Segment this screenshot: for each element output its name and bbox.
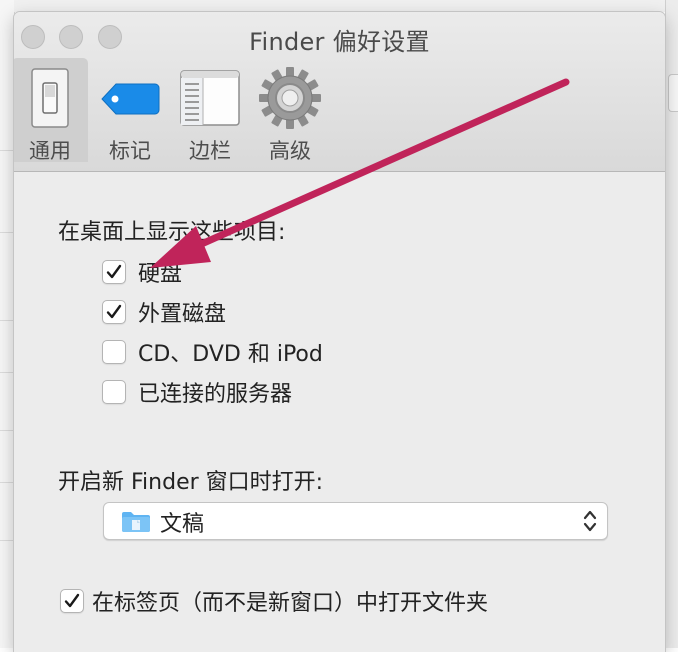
desktop-items-heading: 在桌面上显示这些项目:	[58, 220, 286, 245]
background-divider	[0, 540, 14, 541]
titlebar: Finder 偏好设置 通用 标记 边栏 高级	[14, 12, 665, 172]
checkbox-label: 已连接的服务器	[138, 382, 293, 407]
background-divider	[0, 150, 14, 151]
toolbar-tab-tags[interactable]: 标记	[92, 58, 168, 163]
background-divider	[0, 320, 14, 321]
checkbox-cds-dvds-ipods[interactable]: CD、DVD 和 iPod	[102, 337, 323, 367]
checkmark-icon	[106, 304, 122, 319]
background-window-edge	[0, 0, 15, 648]
checkbox[interactable]	[102, 300, 126, 324]
sidebar-icon	[178, 66, 242, 130]
gear-icon	[258, 66, 322, 130]
folder-icon	[121, 511, 151, 537]
popup-selected-value: 文稿	[160, 512, 205, 537]
checkmark-icon	[106, 264, 122, 279]
checkbox-label: 外置磁盘	[138, 302, 227, 327]
toolbar-label: 标记	[109, 139, 151, 163]
toolbar-tab-advanced[interactable]: 高级	[252, 58, 328, 163]
checkbox[interactable]	[102, 380, 126, 404]
toolbar-label: 通用	[29, 139, 71, 163]
up-down-chevron-icon	[582, 507, 598, 539]
toolbar-tab-sidebar[interactable]: 边栏	[172, 58, 248, 163]
checkbox-label: 硬盘	[138, 262, 183, 287]
background-window-right	[665, 0, 678, 648]
checkbox-hard-disks[interactable]: 硬盘	[102, 257, 182, 287]
general-pane: 在桌面上显示这些项目: 硬盘 外置磁盘 CD、DVD 和 iPod 已连接的服务…	[14, 172, 665, 652]
checkbox-open-folders-in-tabs[interactable]: 在标签页（而不是新窗口）中打开文件夹	[60, 586, 488, 616]
general-switch-icon	[18, 66, 82, 130]
tag-icon	[98, 66, 162, 130]
checkbox-label: 在标签页（而不是新窗口）中打开文件夹	[92, 591, 489, 616]
toolbar-label: 高级	[269, 139, 311, 163]
checkbox[interactable]	[60, 589, 84, 613]
checkbox-external-disks[interactable]: 外置磁盘	[102, 297, 226, 327]
checkbox[interactable]	[102, 260, 126, 284]
background-window-top	[14, 0, 678, 12]
checkmark-icon	[64, 593, 80, 608]
new-window-heading: 开启新 Finder 窗口时打开:	[58, 470, 324, 495]
background-divider	[0, 232, 14, 233]
background-divider	[0, 372, 14, 373]
window-title: Finder 偏好设置	[249, 28, 430, 56]
background-divider	[0, 482, 14, 483]
toolbar-tab-general[interactable]: 通用	[14, 58, 88, 163]
toolbar-label: 边栏	[189, 139, 231, 163]
background-divider	[0, 430, 14, 431]
checkbox-connected-servers[interactable]: 已连接的服务器	[102, 377, 292, 407]
new-window-target-popup[interactable]: 文稿	[103, 502, 608, 540]
checkbox-label: CD、DVD 和 iPod	[138, 342, 323, 367]
checkbox[interactable]	[102, 340, 126, 364]
finder-preferences-window: Finder 偏好设置 通用 标记 边栏 高级 在桌面上显示这些项目: 硬盘 外…	[14, 12, 665, 652]
